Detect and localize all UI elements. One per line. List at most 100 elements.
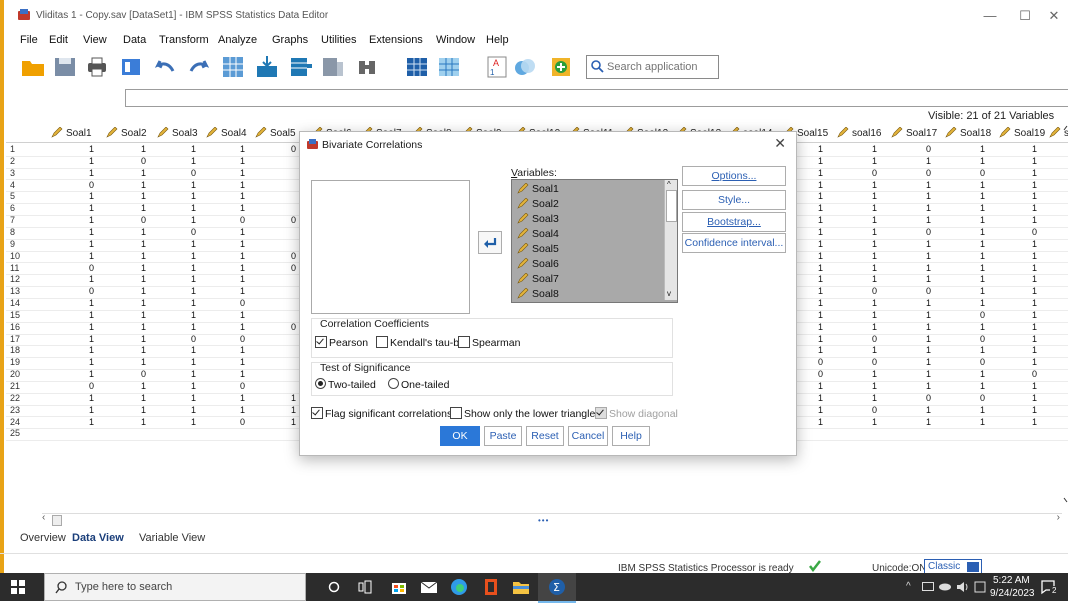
- horizontal-scrollbar[interactable]: ‹ ••• ›: [42, 512, 1062, 526]
- table-cell[interactable]: 1: [231, 393, 245, 405]
- table-cell[interactable]: 0: [809, 357, 823, 369]
- table-cell[interactable]: 1: [1023, 405, 1037, 417]
- table-cell[interactable]: 0: [863, 405, 877, 417]
- table-cell[interactable]: 1: [182, 263, 196, 275]
- table-cell[interactable]: 1: [231, 156, 245, 168]
- table-cell[interactable]: 1: [863, 156, 877, 168]
- table-cell[interactable]: 1: [182, 191, 196, 203]
- table-cell[interactable]: 1: [182, 286, 196, 298]
- table-cell[interactable]: 1: [132, 298, 146, 310]
- battery-icon[interactable]: [922, 582, 934, 591]
- table-cell[interactable]: 1: [1023, 345, 1037, 357]
- table-cell[interactable]: 1: [182, 203, 196, 215]
- row-number[interactable]: 5: [10, 191, 34, 203]
- table-cell[interactable]: 1: [809, 263, 823, 275]
- table-cell[interactable]: 1: [809, 215, 823, 227]
- redo-icon[interactable]: [186, 54, 212, 80]
- scroll-up-icon[interactable]: ^: [667, 180, 671, 189]
- table-cell[interactable]: 1: [809, 251, 823, 263]
- table-cell[interactable]: 1: [182, 381, 196, 393]
- table-cell[interactable]: 1: [80, 334, 94, 346]
- two-tailed-radio[interactable]: Two-tailed: [315, 378, 376, 391]
- column-header[interactable]: Soal1: [51, 127, 92, 139]
- table-cell[interactable]: 1: [80, 191, 94, 203]
- table-cell[interactable]: 1: [1023, 263, 1037, 275]
- table-cell[interactable]: 1: [132, 345, 146, 357]
- table-cell[interactable]: 1: [1023, 156, 1037, 168]
- table-cell[interactable]: 0: [182, 227, 196, 239]
- table-cell[interactable]: 1: [809, 168, 823, 180]
- cortana-icon[interactable]: [328, 581, 340, 593]
- table-cell[interactable]: 1: [132, 274, 146, 286]
- table-cell[interactable]: 1: [809, 203, 823, 215]
- table-cell[interactable]: 0: [863, 168, 877, 180]
- table-cell[interactable]: 0: [132, 215, 146, 227]
- table-cell[interactable]: 1: [182, 144, 196, 156]
- table-cell[interactable]: 1: [182, 345, 196, 357]
- table-cell[interactable]: 1: [917, 203, 931, 215]
- table-cell[interactable]: 1: [1023, 274, 1037, 286]
- table-cell[interactable]: 0: [917, 144, 931, 156]
- table-cell[interactable]: 1: [809, 227, 823, 239]
- table-cell[interactable]: 0: [971, 168, 985, 180]
- table-cell[interactable]: 0: [282, 215, 296, 227]
- table-cell[interactable]: 1: [917, 405, 931, 417]
- table-cell[interactable]: 1: [863, 203, 877, 215]
- table-cell[interactable]: 0: [971, 393, 985, 405]
- table-cell[interactable]: 1: [863, 144, 877, 156]
- table-cell[interactable]: 1: [971, 322, 985, 334]
- row-number[interactable]: 23: [10, 405, 34, 417]
- row-number[interactable]: 8: [10, 227, 34, 239]
- variable-list-item[interactable]: Soal4: [517, 227, 559, 240]
- table-cell[interactable]: 1: [917, 334, 931, 346]
- table-cell[interactable]: 1: [132, 334, 146, 346]
- table-cell[interactable]: 1: [809, 345, 823, 357]
- table-cell[interactable]: 1: [182, 239, 196, 251]
- table-cell[interactable]: 1: [132, 144, 146, 156]
- table-cell[interactable]: 1: [863, 369, 877, 381]
- table-cell[interactable]: 1: [80, 144, 94, 156]
- table-cell[interactable]: 0: [917, 227, 931, 239]
- table-cell[interactable]: 1: [863, 274, 877, 286]
- table-cell[interactable]: 0: [132, 369, 146, 381]
- bootstrap-button[interactable]: Bootstrap...: [682, 212, 786, 232]
- table-cell[interactable]: 0: [231, 417, 245, 429]
- table-cell[interactable]: 1: [1023, 322, 1037, 334]
- row-number[interactable]: 18: [10, 345, 34, 357]
- table-cell[interactable]: 0: [80, 286, 94, 298]
- use-sets-icon[interactable]: [512, 54, 538, 80]
- table-cell[interactable]: 0: [917, 168, 931, 180]
- table-cell[interactable]: 1: [182, 369, 196, 381]
- menu-edit[interactable]: Edit: [49, 34, 68, 46]
- table-cell[interactable]: 1: [231, 227, 245, 239]
- table-cell[interactable]: 0: [231, 215, 245, 227]
- table-cell[interactable]: 1: [971, 203, 985, 215]
- table-cell[interactable]: 1: [917, 251, 931, 263]
- table-cell[interactable]: 1: [80, 310, 94, 322]
- table-cell[interactable]: 1: [80, 156, 94, 168]
- table-cell[interactable]: 1: [132, 286, 146, 298]
- table-cell[interactable]: 1: [132, 227, 146, 239]
- table-cell[interactable]: 1: [132, 357, 146, 369]
- table-cell[interactable]: 1: [971, 298, 985, 310]
- table-cell[interactable]: 1: [1023, 180, 1037, 192]
- menu-extensions[interactable]: Extensions: [369, 34, 423, 46]
- goto-variable-icon[interactable]: [254, 54, 280, 80]
- table-cell[interactable]: 1: [132, 180, 146, 192]
- value-labels-icon[interactable]: A1: [484, 54, 510, 80]
- row-number[interactable]: 11: [10, 263, 34, 275]
- row-number[interactable]: 24: [10, 417, 34, 429]
- table-cell[interactable]: 1: [80, 168, 94, 180]
- table-cell[interactable]: 1: [917, 239, 931, 251]
- open-folder-icon[interactable]: [20, 54, 46, 80]
- dialog-close-button[interactable]: ✕: [774, 135, 786, 152]
- scroll-thumb[interactable]: [52, 515, 62, 526]
- source-variable-list[interactable]: [311, 180, 470, 314]
- table-cell[interactable]: 1: [863, 393, 877, 405]
- row-number[interactable]: 13: [10, 286, 34, 298]
- spearman-checkbox[interactable]: Spearman: [458, 336, 520, 349]
- table-cell[interactable]: 1: [231, 144, 245, 156]
- table-cell[interactable]: 1: [182, 417, 196, 429]
- table-cell[interactable]: 1: [231, 405, 245, 417]
- row-number[interactable]: 6: [10, 203, 34, 215]
